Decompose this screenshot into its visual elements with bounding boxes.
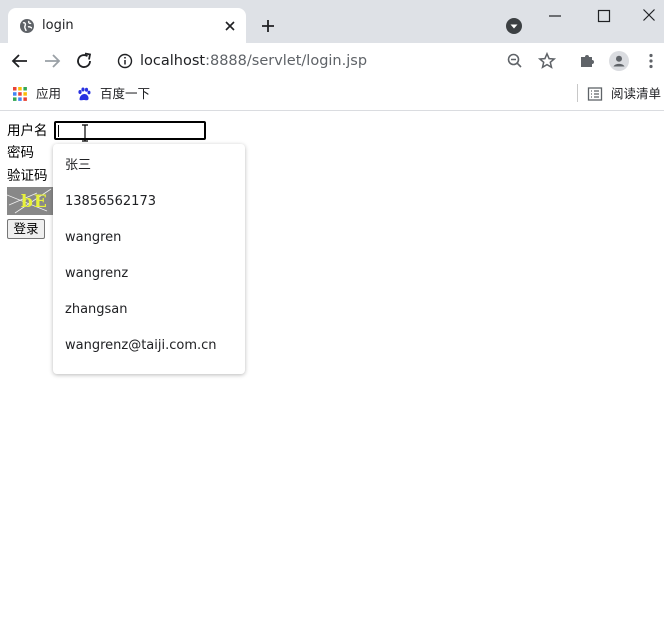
autocomplete-dropdown: 张三 13856562173 wangren wangrenz zhangsan… bbox=[53, 144, 245, 374]
suggestion-text: wangrenz@taiji.com.cn bbox=[65, 338, 217, 353]
forward-arrow-icon[interactable] bbox=[42, 51, 62, 71]
apps-grid-icon bbox=[13, 87, 27, 101]
globe-icon bbox=[20, 19, 34, 33]
captcha-image[interactable]: bE bbox=[7, 187, 55, 215]
bookmark-baidu-label: 百度一下 bbox=[100, 86, 151, 101]
tab-title: login bbox=[42, 18, 74, 33]
bookmarks-bar: 应用 百度一下 阅读清单 bbox=[0, 79, 664, 111]
toolbar: localhost:8888/servlet/login.jsp bbox=[0, 43, 664, 79]
login-button[interactable]: 登录 bbox=[7, 219, 45, 239]
url-text[interactable]: localhost:8888/servlet/login.jsp bbox=[140, 52, 367, 70]
url-host: localhost bbox=[140, 53, 206, 69]
suggestion-item[interactable]: zhangsan bbox=[53, 292, 245, 328]
minimize-icon[interactable] bbox=[548, 9, 562, 23]
suggestion-text: zhangsan bbox=[65, 302, 128, 317]
maximize-icon[interactable] bbox=[597, 9, 611, 23]
suggestion-text: wangren bbox=[65, 230, 122, 245]
address-bar[interactable]: localhost:8888/servlet/login.jsp bbox=[108, 46, 568, 76]
page-content: 用户名 密码 验证码 bE 登录 张三 13856562173 wangren … bbox=[0, 112, 664, 624]
bookmarks-separator bbox=[577, 84, 578, 102]
username-label: 用户名 bbox=[7, 123, 48, 139]
suggestion-text: 13856562173 bbox=[65, 194, 156, 209]
bookmark-apps-label: 应用 bbox=[36, 86, 62, 101]
ibeam-cursor-icon bbox=[82, 124, 88, 142]
suggestion-item[interactable]: wangrenz bbox=[53, 256, 245, 292]
text-caret bbox=[58, 125, 59, 137]
suggestion-item[interactable]: 张三 bbox=[53, 148, 245, 184]
suggestion-item[interactable]: 13856562173 bbox=[53, 184, 245, 220]
bookmark-apps[interactable]: 应用 bbox=[12, 85, 72, 103]
reading-list-label: 阅读清单 bbox=[611, 86, 662, 101]
suggestion-item[interactable]: wangren bbox=[53, 220, 245, 256]
close-icon[interactable] bbox=[222, 18, 238, 34]
tab-strip: login bbox=[0, 0, 664, 43]
window-close-icon[interactable] bbox=[642, 8, 656, 22]
menu-kebab-icon[interactable] bbox=[641, 51, 661, 71]
back-arrow-icon[interactable] bbox=[10, 51, 30, 71]
zoom-out-icon[interactable] bbox=[505, 51, 525, 71]
captcha-text: bE bbox=[21, 192, 48, 212]
suggestion-text: 张三 bbox=[65, 158, 92, 173]
new-tab-icon[interactable] bbox=[259, 17, 277, 35]
tab-login[interactable]: login bbox=[8, 8, 246, 43]
reload-icon[interactable] bbox=[74, 51, 94, 71]
extensions-puzzle-icon[interactable] bbox=[577, 51, 597, 71]
suggestion-text: wangrenz bbox=[65, 266, 129, 281]
reading-list-icon bbox=[587, 87, 603, 101]
star-bookmark-icon[interactable] bbox=[537, 51, 557, 71]
bookmark-baidu[interactable]: 百度一下 bbox=[76, 85, 156, 103]
username-input[interactable] bbox=[54, 121, 206, 140]
suggestion-item[interactable]: wangrenz@taiji.com.cn bbox=[53, 328, 245, 364]
password-label: 密码 bbox=[7, 145, 34, 161]
baidu-paw-icon bbox=[78, 87, 91, 101]
reading-list-button[interactable]: 阅读清单 bbox=[587, 85, 661, 103]
browser-window: login localhost:8888/servlet/login.jsp 应… bbox=[0, 0, 664, 624]
captcha-label: 验证码 bbox=[7, 168, 48, 184]
profile-avatar-icon[interactable] bbox=[609, 51, 629, 71]
tab-search-icon[interactable] bbox=[505, 17, 523, 35]
info-icon[interactable] bbox=[117, 53, 133, 69]
url-path: :8888/servlet/login.jsp bbox=[205, 53, 368, 69]
